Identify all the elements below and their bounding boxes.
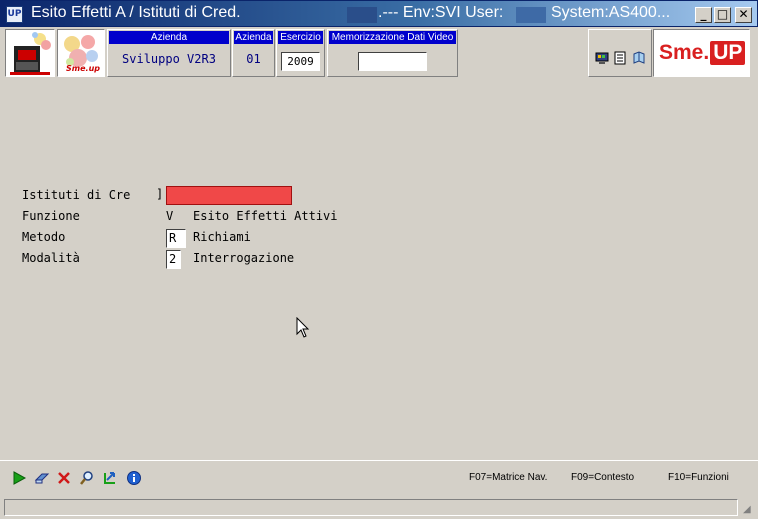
- memorizzazione-label: Memorizzazione Dati Video: [329, 31, 456, 44]
- tools-group: [588, 29, 652, 77]
- book-icon[interactable]: [632, 51, 646, 65]
- env-text: .--- Env:SVI User:: [378, 4, 504, 21]
- metodo-desc: Richiami: [193, 230, 251, 244]
- logo2-text: Sme.up: [66, 64, 100, 73]
- app-logo-1[interactable]: [5, 29, 55, 77]
- mouse-cursor-icon: [296, 317, 310, 338]
- refresh-icon[interactable]: [102, 470, 118, 486]
- f09-key[interactable]: F09=Contesto: [571, 472, 634, 483]
- close-button[interactable]: ✕: [735, 7, 752, 23]
- esercizio-label: Esercizio: [278, 31, 323, 44]
- window-title: Esito Effetti A / Istituti di Cred.: [31, 4, 241, 21]
- modalita-label: Modalità: [22, 251, 80, 265]
- istituti-input[interactable]: [166, 186, 292, 205]
- smeup-logo: Sme. UP: [659, 41, 746, 65]
- main-form: Istituti di Cre ] Funzione V Esito Effet…: [5, 79, 753, 460]
- document-icon[interactable]: [613, 51, 627, 65]
- esercizio-group: Esercizio 2009: [276, 29, 325, 77]
- azienda-label: Azienda: [109, 31, 229, 44]
- istituti-bracket: ]: [156, 187, 164, 201]
- modalita-input[interactable]: 2: [166, 250, 181, 269]
- eraser-icon[interactable]: [34, 470, 50, 486]
- modalita-desc: Interrogazione: [193, 251, 295, 265]
- f07-key[interactable]: F07=Matrice Nav.: [469, 472, 547, 483]
- search-icon[interactable]: [79, 470, 95, 486]
- redacted-mask: [347, 7, 377, 23]
- azienda-value: Sviluppo V2R3: [122, 52, 216, 66]
- header-toolbar: Sme.up Azienda Sviluppo V2R3 Azienda 01 …: [0, 27, 758, 79]
- metodo-label: Metodo: [22, 230, 66, 244]
- smeup-logo-box: Sme. UP: [653, 29, 750, 77]
- play-icon[interactable]: [11, 470, 27, 486]
- cancel-icon[interactable]: [56, 470, 72, 486]
- maximize-button[interactable]: □: [714, 7, 731, 23]
- funzione-label: Funzione: [22, 209, 80, 223]
- resize-grip-icon[interactable]: ◢: [743, 504, 755, 516]
- f10-key[interactable]: F10=Funzioni: [668, 472, 729, 483]
- istituti-label: Istituti di Cre: [22, 188, 131, 202]
- title-bar[interactable]: UP Esito Effetti A / Istituti di Cred. .…: [0, 0, 758, 27]
- azienda-code-group: Azienda 01: [232, 29, 275, 77]
- app-logo-2[interactable]: Sme.up: [57, 29, 105, 77]
- smeup-up-text: UP: [710, 41, 746, 65]
- funzione-code: V: [166, 209, 174, 223]
- azienda-group: Azienda Sviluppo V2R3: [107, 29, 231, 77]
- memorizzazione-group: Memorizzazione Dati Video: [327, 29, 458, 77]
- status-bar: ◢: [0, 497, 758, 519]
- system-text: System:AS400...: [551, 4, 671, 21]
- app-icon[interactable]: UP: [6, 6, 23, 23]
- azienda-code-label: Azienda: [234, 31, 273, 44]
- status-pane: [4, 499, 738, 516]
- azienda-code-value: 01: [246, 52, 261, 66]
- info-icon[interactable]: [126, 470, 142, 486]
- machine-logo-icon: [10, 32, 51, 75]
- function-bar: F07=Matrice Nav. F09=Contesto F10=Funzio…: [0, 460, 758, 497]
- memorizzazione-input[interactable]: [358, 52, 427, 71]
- user-redacted-mask: [516, 7, 546, 23]
- monitor-icon[interactable]: [595, 51, 609, 65]
- smeup-text: Sme.: [659, 41, 710, 64]
- esercizio-input[interactable]: 2009: [281, 52, 320, 71]
- metodo-input[interactable]: R: [166, 229, 186, 248]
- minimize-button[interactable]: _: [695, 7, 712, 23]
- funzione-desc: Esito Effetti Attivi: [193, 209, 338, 223]
